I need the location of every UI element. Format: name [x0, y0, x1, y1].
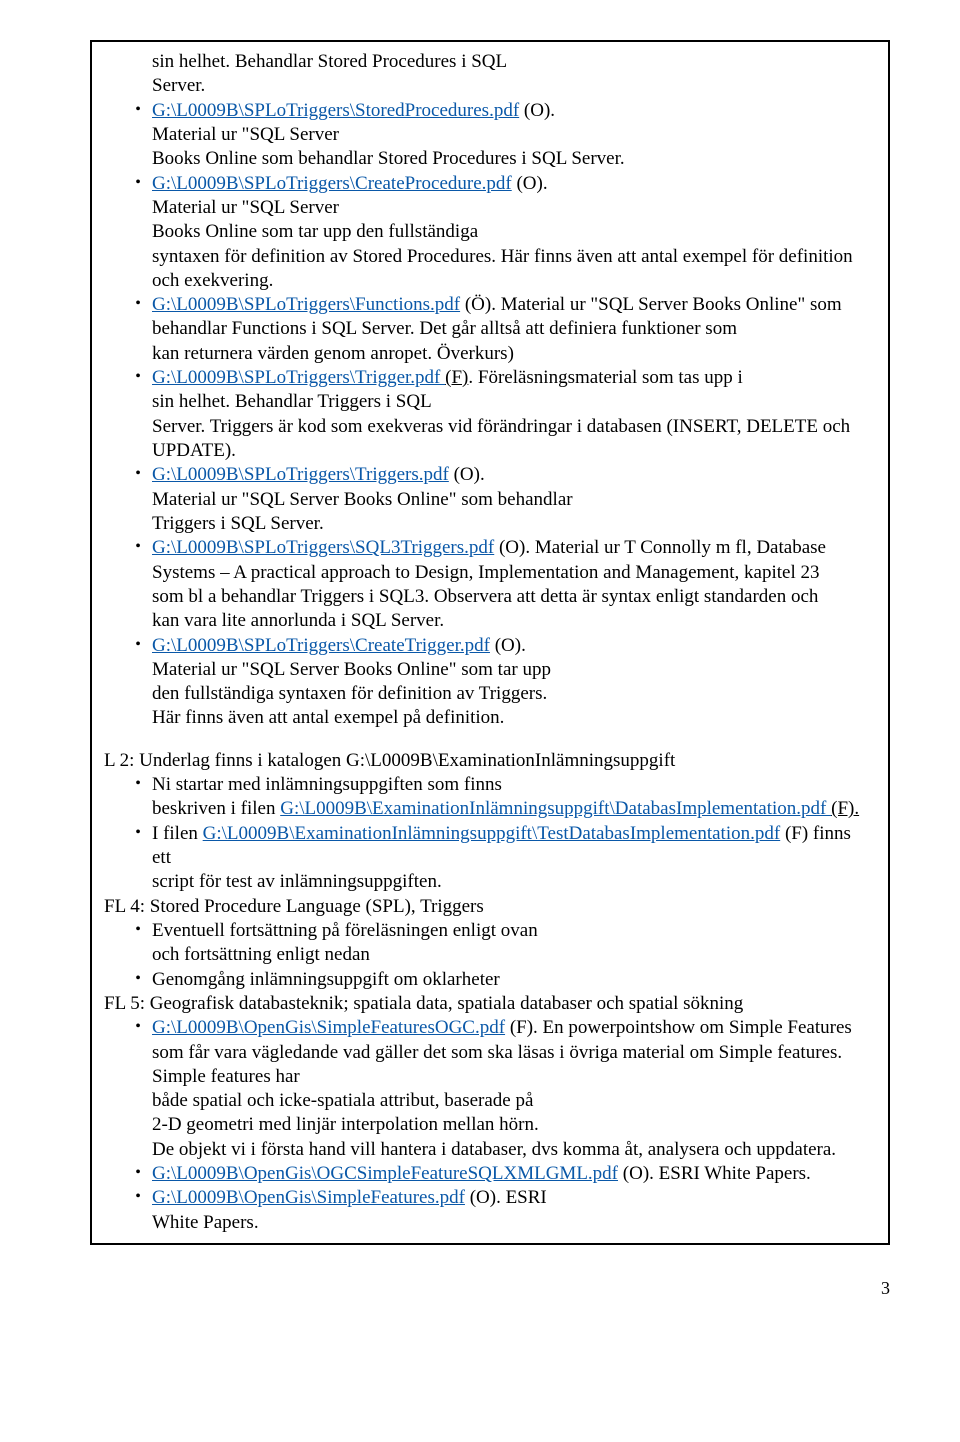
bullet-icon: • [104, 463, 152, 485]
file-link[interactable]: G:\L0009B\SPLoTriggers\SQL3Triggers.pdf [152, 537, 494, 558]
bullet-icon: • [104, 172, 152, 194]
list-item-text: I filen G:\L0009B\ExaminationInlämningsu… [152, 822, 878, 895]
link-suffix: (Ö). Material ur "SQL Server Books Onlin… [460, 294, 842, 315]
intro-line: sin helhet. Behandlar Stored Procedures … [152, 51, 507, 72]
document-frame: sin helhet. Behandlar Stored Procedures … [90, 40, 890, 1245]
file-link[interactable]: G:\L0009B\SPLoTriggers\Functions.pdf [152, 294, 460, 315]
list-item-text: G:\L0009B\OpenGis\SimpleFeaturesOGC.pdf … [152, 1016, 878, 1162]
bullet-icon: • [104, 773, 152, 795]
continuation-text: sin helhet. Behandlar Stored Procedures … [104, 50, 878, 99]
intro-line: Server. [152, 75, 205, 96]
link-suffix: (F) finns [780, 823, 851, 844]
list-item-text: G:\L0009B\SPLoTriggers\CreateProcedure.p… [152, 172, 878, 294]
bullet-icon: • [104, 634, 152, 656]
list-item: •I filen G:\L0009B\ExaminationInlämnings… [104, 822, 878, 895]
bullet-icon: • [104, 536, 152, 558]
fl5-list: •G:\L0009B\OpenGis\SimpleFeaturesOGC.pdf… [104, 1016, 878, 1235]
list-item: •G:\L0009B\SPLoTriggers\CreateProcedure.… [104, 172, 878, 294]
bullet-icon: • [104, 99, 152, 121]
list-item: •G:\L0009B\SPLoTriggers\Functions.pdf (Ö… [104, 293, 878, 366]
link-suffix: (O). [512, 173, 548, 194]
list-item: •Eventuell fortsättning på föreläsningen… [104, 919, 878, 968]
file-link[interactable]: G:\L0009B\ExaminationInlämningsuppgift\T… [203, 823, 781, 844]
list-item-text: G:\L0009B\SPLoTriggers\Functions.pdf (Ö)… [152, 293, 878, 366]
section-heading-fl5: FL 5: Geografisk databasteknik; spatiala… [104, 992, 878, 1016]
file-link[interactable]: G:\L0009B\OpenGis\SimpleFeaturesOGC.pdf [152, 1017, 505, 1038]
file-link[interactable]: G:\L0009B\ExaminationInlämningsuppgift\D… [280, 798, 831, 819]
bullet-icon: • [104, 919, 152, 941]
list-item-text: G:\L0009B\SPLoTriggers\Triggers.pdf (O).… [152, 463, 878, 536]
bullet-icon: • [104, 822, 152, 844]
link-suffix: (O). [449, 464, 485, 485]
list-item: •G:\L0009B\SPLoTriggers\SQL3Triggers.pdf… [104, 536, 878, 633]
section-heading-fl4: FL 4: Stored Procedure Language (SPL), T… [104, 895, 878, 919]
file-link[interactable]: G:\L0009B\SPLoTriggers\Trigger.pdf [152, 367, 445, 388]
bullet-icon: • [104, 1016, 152, 1038]
bullet-icon: • [104, 1186, 152, 1208]
list-item-text: G:\L0009B\SPLoTriggers\StoredProcedures.… [152, 99, 878, 172]
list-item: •Ni startar med inlämningsuppgiften som … [104, 773, 878, 822]
list-item-text: Ni startar med inlämningsuppgiften som f… [152, 773, 878, 822]
list-item-text: G:\L0009B\SPLoTriggers\SQL3Triggers.pdf … [152, 536, 878, 633]
main-list: •G:\L0009B\SPLoTriggers\StoredProcedures… [104, 99, 878, 731]
link-suffix: (F) [445, 367, 468, 388]
link-suffix: (O). Material ur T Connolly m fl, Databa… [494, 537, 826, 558]
page-number: 3 [90, 1277, 890, 1300]
list-item: •G:\L0009B\OpenGis\SimpleFeatures.pdf (O… [104, 1186, 878, 1235]
file-link[interactable]: G:\L0009B\SPLoTriggers\CreateTrigger.pdf [152, 635, 490, 656]
list-item-text: G:\L0009B\SPLoTriggers\CreateTrigger.pdf… [152, 634, 878, 731]
list-item: •G:\L0009B\OpenGis\OGCSimpleFeatureSQLXM… [104, 1162, 878, 1186]
link-suffix: (O). ESRI White Papers. [618, 1163, 811, 1184]
list-item: •G:\L0009B\SPLoTriggers\Trigger.pdf (F).… [104, 366, 878, 463]
list-item-text: G:\L0009B\OpenGis\OGCSimpleFeatureSQLXML… [152, 1162, 878, 1186]
bullet-icon: • [104, 968, 152, 990]
file-link[interactable]: G:\L0009B\OpenGis\SimpleFeatures.pdf [152, 1187, 465, 1208]
link-suffix: (O). [519, 100, 555, 121]
list-item-text: Genomgång inlämningsuppgift om oklarhete… [152, 968, 878, 992]
file-link[interactable]: G:\L0009B\SPLoTriggers\CreateProcedure.p… [152, 173, 512, 194]
bullet-icon: • [104, 366, 152, 388]
l2-list: •Ni startar med inlämningsuppgiften som … [104, 773, 878, 895]
post-text: . Föreläsningsmaterial som tas upp i [468, 367, 742, 388]
list-item-text: G:\L0009B\SPLoTriggers\Trigger.pdf (F). … [152, 366, 878, 463]
file-link[interactable]: G:\L0009B\SPLoTriggers\Triggers.pdf [152, 464, 449, 485]
link-suffix: (F). [831, 798, 859, 819]
list-item: •G:\L0009B\SPLoTriggers\Triggers.pdf (O)… [104, 463, 878, 536]
list-item-text: Eventuell fortsättning på föreläsningen … [152, 919, 878, 968]
list-item-text: G:\L0009B\OpenGis\SimpleFeatures.pdf (O)… [152, 1186, 878, 1235]
list-item: •G:\L0009B\SPLoTriggers\CreateTrigger.pd… [104, 634, 878, 731]
bullet-icon: • [104, 1162, 152, 1184]
bullet-icon: • [104, 293, 152, 315]
file-link[interactable]: G:\L0009B\OpenGis\OGCSimpleFeatureSQLXML… [152, 1163, 618, 1184]
link-suffix: (O). [490, 635, 526, 656]
link-suffix: (F). En powerpointshow om Simple Feature… [505, 1017, 852, 1038]
file-link[interactable]: G:\L0009B\SPLoTriggers\StoredProcedures.… [152, 100, 519, 121]
section-heading-l2: L 2: Underlag finns i katalogen G:\L0009… [104, 749, 878, 773]
list-item: •G:\L0009B\SPLoTriggers\StoredProcedures… [104, 99, 878, 172]
list-item: •G:\L0009B\OpenGis\SimpleFeaturesOGC.pdf… [104, 1016, 878, 1162]
link-suffix: (O). ESRI [465, 1187, 547, 1208]
fl4-list: •Eventuell fortsättning på föreläsningen… [104, 919, 878, 992]
list-item: •Genomgång inlämningsuppgift om oklarhet… [104, 968, 878, 992]
